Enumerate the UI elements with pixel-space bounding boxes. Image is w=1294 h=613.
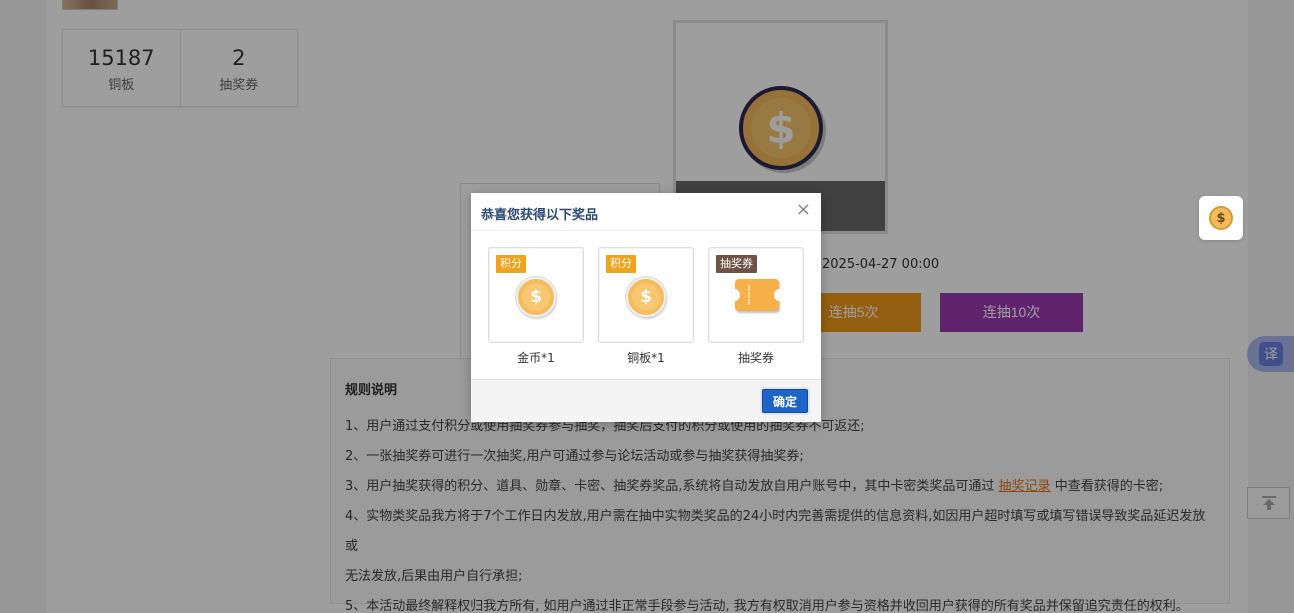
confirm-button[interactable]: 确定 xyxy=(762,389,808,413)
prize-tile: 积分 $ xyxy=(488,247,584,343)
prize-tile: 积分 $ xyxy=(598,247,694,343)
prize-item: 积分 $ 铜板*1 xyxy=(598,247,694,366)
prize-item: 积分 $ 金币*1 xyxy=(488,247,584,366)
prize-tile: 抽奖券 xyxy=(708,247,804,343)
prize-tag: 积分 xyxy=(606,255,636,273)
coin-icon: $ xyxy=(516,277,556,317)
prize-name: 抽奖券 xyxy=(737,351,774,365)
prize-dialog: 恭喜您获得以下奖品 × 积分 $ 金币*1 积分 $ 铜板*1 抽奖券 抽奖券 … xyxy=(471,193,821,422)
coin-icon: $ xyxy=(626,277,666,317)
dialog-footer: 确定 xyxy=(471,379,821,422)
prize-tag: 抽奖券 xyxy=(716,255,757,273)
dialog-title: 恭喜您获得以下奖品 xyxy=(481,208,599,223)
coin-float-button[interactable]: $ xyxy=(1199,196,1243,240)
prize-name: 金币*1 xyxy=(517,351,555,365)
prize-item: 抽奖券 抽奖券 xyxy=(708,247,804,366)
dialog-header: 恭喜您获得以下奖品 × xyxy=(471,193,821,231)
coin-icon: $ xyxy=(1209,206,1233,230)
dialog-body: 积分 $ 金币*1 积分 $ 铜板*1 抽奖券 抽奖券 xyxy=(471,231,821,379)
prize-name: 铜板*1 xyxy=(627,351,665,365)
prize-tag: 积分 xyxy=(496,255,526,273)
close-icon[interactable]: × xyxy=(796,200,811,220)
ticket-icon xyxy=(730,279,784,311)
